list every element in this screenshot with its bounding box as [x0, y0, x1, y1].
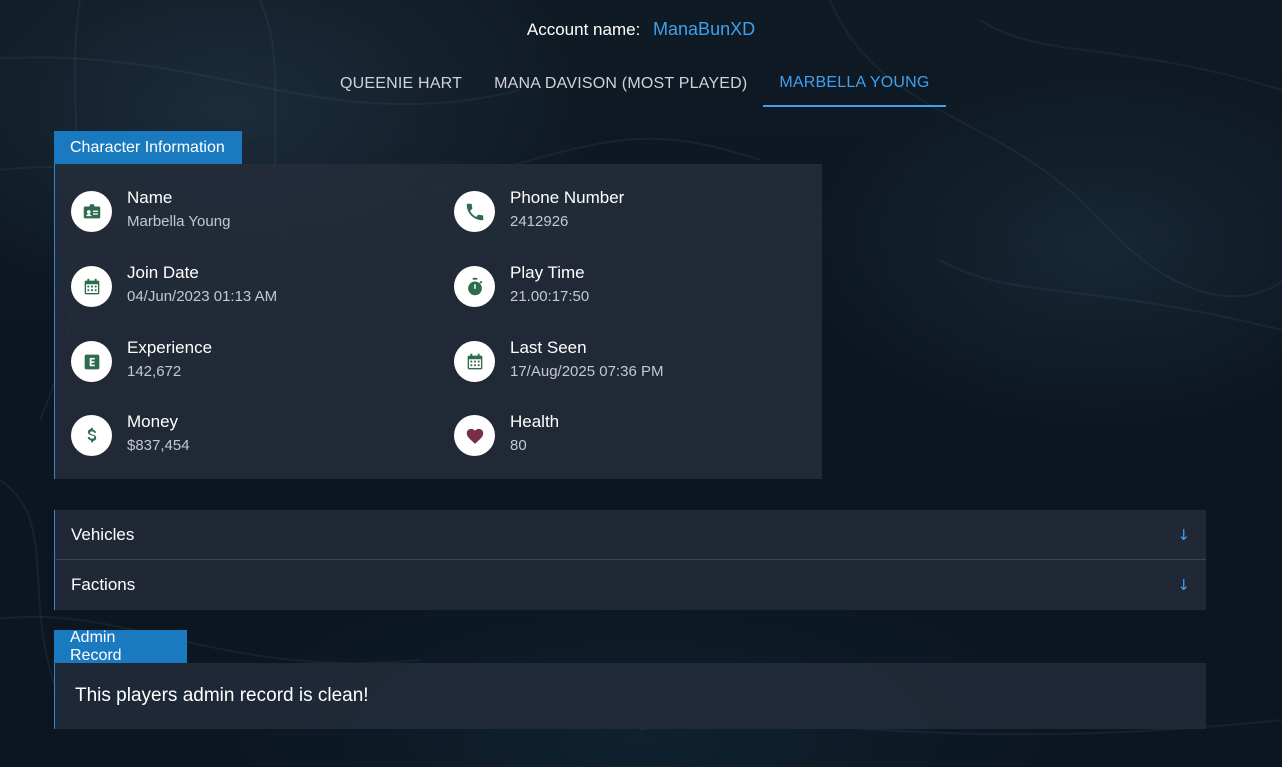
vehicles-accordion[interactable]: Vehicles ↓ [54, 510, 1206, 560]
info-label: Play Time [510, 263, 585, 282]
info-label: Join Date [127, 263, 199, 282]
admin-record-message: This players admin record is clean! [54, 663, 1206, 729]
vehicles-label: Vehicles [71, 524, 135, 544]
tab-marbella-young[interactable]: MARBELLA YOUNG [763, 60, 946, 107]
account-header: Account name: ManaBunXD [0, 18, 1282, 41]
info-value: 17/Aug/2025 07:36 PM [510, 363, 664, 380]
info-label: Health [510, 412, 560, 431]
calendar-icon [71, 266, 112, 307]
character-information-title: Character Information [54, 131, 242, 164]
info-join-date: Join Date 04/Jun/2023 01:13 AM [71, 263, 431, 307]
info-health: Health 80 [454, 412, 814, 456]
character-information-panel: Name Marbella Young Phone Number 2412926… [54, 164, 822, 479]
account-name[interactable]: ManaBunXD [653, 19, 755, 39]
info-label: Last Seen [510, 338, 587, 357]
factions-label: Factions [71, 575, 136, 594]
info-value: $837,454 [127, 437, 190, 454]
info-value: 04/Jun/2023 01:13 AM [127, 288, 278, 305]
arrow-down-icon[interactable]: ↓ [1177, 526, 1190, 544]
info-value: 142,672 [127, 363, 182, 380]
phone-icon [454, 191, 495, 232]
heart-icon [454, 415, 495, 456]
id-card-icon [71, 191, 112, 232]
info-money: Money $837,454 [71, 412, 431, 456]
info-label: Name [127, 188, 173, 207]
info-value: 21.00:17:50 [510, 288, 590, 305]
stopwatch-icon [454, 266, 495, 307]
info-label: Phone Number [510, 188, 625, 207]
character-tabs: QUEENIE HART MANA DAVISON (MOST PLAYED) … [324, 60, 946, 107]
arrow-down-icon[interactable]: ↓ [1177, 576, 1190, 594]
account-label: Account name: [526, 20, 641, 39]
info-play-time: Play Time 21.00:17:50 [454, 263, 814, 307]
factions-accordion[interactable]: Factions ↓ [54, 560, 1206, 610]
info-phone-number: Phone Number 2412926 [454, 188, 814, 232]
info-label: Experience [127, 338, 213, 357]
info-label: Money [127, 412, 179, 431]
admin-record-title: Admin Record [54, 629, 187, 664]
info-value: 2412926 [510, 213, 569, 230]
info-name: Name Marbella Young [71, 188, 431, 232]
info-experience: Experience 142,672 [71, 338, 431, 382]
experience-icon [71, 341, 112, 382]
calendar-icon [454, 341, 495, 382]
tab-mana-davison[interactable]: MANA DAVISON (MOST PLAYED) [478, 60, 763, 107]
tab-queenie-hart[interactable]: QUEENIE HART [324, 60, 478, 107]
info-last-seen: Last Seen 17/Aug/2025 07:36 PM [454, 338, 814, 382]
info-value: 80 [510, 437, 527, 454]
dollar-icon [71, 415, 112, 456]
info-value: Marbella Young [127, 213, 231, 230]
